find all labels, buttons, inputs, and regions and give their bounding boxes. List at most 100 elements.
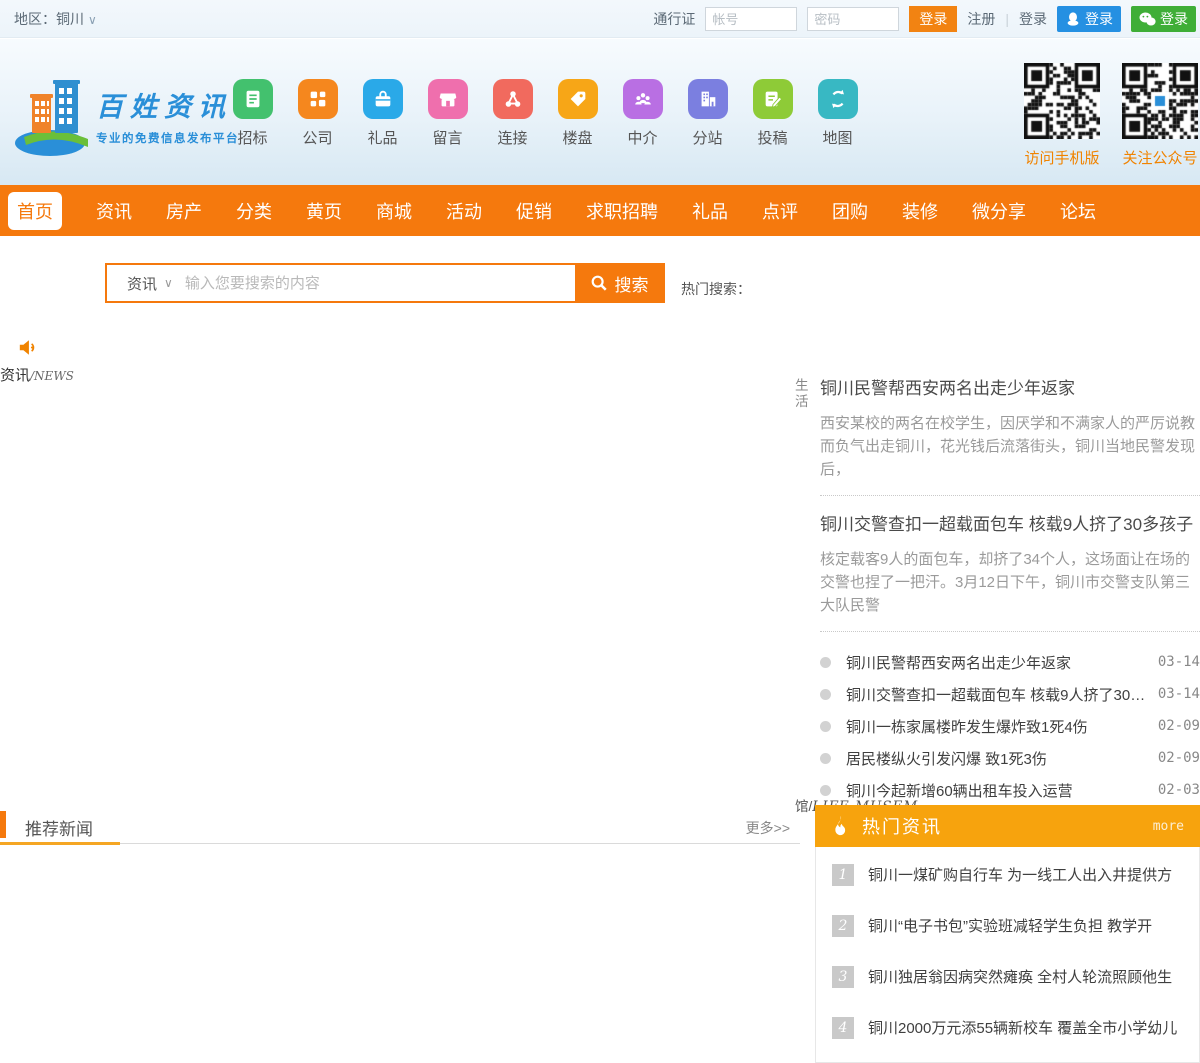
search-category-dropdown[interactable]: 资讯 ∨ (107, 265, 185, 301)
news-section-header: 资讯/NEWS (0, 338, 80, 385)
wechat-icon (1139, 12, 1156, 25)
nav-item-home[interactable]: 首页 (8, 191, 62, 230)
nav-item-zhuangxiu[interactable]: 装修 (902, 198, 938, 224)
recommended-news-section: 推荐新闻 更多>> (0, 808, 800, 845)
featured-title[interactable]: 铜川交警查扣一超载面包车 核载9人挤了30多孩子 (820, 510, 1200, 535)
login-button[interactable]: 登录 (909, 6, 958, 32)
qr-code-area: 访问手机版 关注公众号 (1024, 63, 1198, 168)
nav-item-huodong[interactable]: 活动 (446, 198, 482, 224)
chevron-down-icon: ∨ (88, 13, 97, 27)
page: 地区：铜川 ∨ 通行证 登录 注册 | 登录 登录 (0, 0, 1200, 1063)
grid-icon (297, 79, 338, 119)
nav-item-weifenxiang[interactable]: 微分享 (972, 198, 1026, 224)
news-section-title: 资讯 (0, 367, 31, 384)
quick-link-loupan[interactable]: 楼盘 (545, 79, 610, 148)
logo-text: 百姓资讯 专业的免费信息发布平台 (96, 85, 239, 146)
featured-excerpt: 核定载客9人的面包车，却挤了34个人，这场面让在场的交警也捏了一把汗。3月12日… (820, 551, 1191, 614)
rank-badge: 4 (832, 1016, 854, 1039)
recommended-title: 推荐新闻 (25, 820, 93, 839)
storefront-icon (427, 79, 468, 119)
speaker-icon (19, 340, 35, 355)
nav-item-fenlei[interactable]: 分类 (236, 198, 272, 224)
news-list-item[interactable]: 铜川交警查扣一超载面包车 核载9人挤了30多孩子 03-14 (820, 678, 1200, 710)
nav-item-lipin[interactable]: 礼品 (692, 198, 728, 224)
bag-icon (362, 79, 403, 119)
hot-news-panel: 热门资讯 more 1 铜川一煤矿购自行车 为一线工人出入井提供方 2 铜川“电… (815, 805, 1200, 1063)
qr-mobile-image (1024, 63, 1100, 139)
search-area: 资讯 ∨ 搜索 热门搜索： (105, 263, 751, 303)
quick-link-zhongjie[interactable]: 中介 (610, 79, 675, 148)
quick-link-fenzhan[interactable]: 分站 (675, 79, 740, 148)
featured-title[interactable]: 铜川民警帮西安两名出走少年返家 (820, 374, 1200, 399)
main-nav: 首页 资讯 房产 分类 黄页 商城 活动 促销 求职招聘 礼品 点评 团购 装修… (0, 185, 1200, 236)
hot-news-item[interactable]: 4 铜川2000万元添55辆新校车 覆盖全市小学幼儿 (816, 1002, 1199, 1053)
quick-link-tougao[interactable]: 投稿 (740, 79, 805, 148)
qr-wechat-image (1122, 63, 1198, 139)
qr-wechat-label: 关注公众号 (1122, 150, 1198, 167)
rank-badge: 2 (832, 914, 854, 937)
wechat-login-label: 登录 (1160, 11, 1188, 27)
site-logo[interactable]: 百姓资讯 专业的免费信息发布平台 (14, 67, 239, 159)
nav-item-shangcheng[interactable]: 商城 (376, 198, 412, 224)
rank-badge: 3 (832, 965, 854, 988)
logo-title: 百姓资讯 (96, 92, 232, 122)
news-list: 铜川民警帮西安两名出走少年返家 03-14 铜川交警查扣一超载面包车 核载9人挤… (820, 646, 1200, 806)
featured-news-2[interactable]: 铜川交警查扣一超载面包车 核载9人挤了30多孩子 核定载客9人的面包车，却挤了3… (820, 510, 1200, 617)
nav-item-zixun[interactable]: 资讯 (96, 198, 132, 224)
search-button[interactable]: 搜索 (575, 265, 663, 301)
quick-links: 招标 公司 礼品 留言 连接 楼盘 中介 分站 投稿 地图 (220, 79, 870, 148)
qr-wechat: 关注公众号 (1122, 63, 1198, 168)
login-link[interactable]: 登录 (1019, 9, 1047, 29)
flame-icon (835, 815, 846, 836)
bullet-icon (820, 720, 831, 732)
news-list-item[interactable]: 铜川民警帮西安两名出走少年返家 03-14 (820, 646, 1200, 678)
region-selector[interactable]: 地区：铜川 ∨ (14, 0, 97, 39)
qq-login-label: 登录 (1085, 11, 1113, 27)
topbar-account-area: 通行证 登录 注册 | 登录 登录 登录 (653, 0, 1196, 38)
hot-news-item[interactable]: 1 铜川一煤矿购自行车 为一线工人出入井提供方 (816, 849, 1199, 900)
hot-search-label: 热门搜索： (681, 281, 751, 297)
document-icon (232, 79, 273, 119)
quick-link-lianjie[interactable]: 连接 (480, 79, 545, 148)
hot-news-more-link[interactable]: more (1153, 819, 1184, 834)
quick-link-lipin[interactable]: 礼品 (350, 79, 415, 148)
nav-item-luntan[interactable]: 论坛 (1060, 198, 1096, 224)
quick-link-gongsi[interactable]: 公司 (285, 79, 350, 148)
hot-news-header: 热门资讯 more (815, 805, 1200, 847)
account-input[interactable] (705, 7, 798, 31)
nav-item-qiuzhi[interactable]: 求职招聘 (586, 198, 658, 224)
search-box: 资讯 ∨ 搜索 (105, 263, 665, 303)
life-side-label: 生活 (795, 378, 809, 409)
nav-item-tuangou[interactable]: 团购 (832, 198, 868, 224)
qr-mobile-label: 访问手机版 (1024, 150, 1100, 167)
hot-news-item[interactable]: 5 (816, 1053, 1199, 1062)
password-input[interactable] (807, 7, 900, 31)
compose-icon (752, 79, 793, 119)
nav-item-fangchan[interactable]: 房产 (166, 198, 202, 224)
qq-login-button[interactable]: 登录 (1057, 6, 1121, 32)
search-input[interactable] (184, 265, 575, 301)
quick-link-zhaobiao[interactable]: 招标 (220, 79, 285, 148)
bullet-icon (820, 784, 831, 796)
recommended-more-link[interactable]: 更多>> (746, 818, 790, 838)
nav-item-cuxiao[interactable]: 促销 (516, 198, 552, 224)
register-link[interactable]: 注册 (967, 9, 995, 29)
featured-news-1[interactable]: 铜川民警帮西安两名出走少年返家 西安某校的两名在校学生，因厌学和不满家人的严厉说… (820, 374, 1200, 481)
share-nodes-icon (492, 79, 533, 119)
dotted-divider (820, 631, 1200, 632)
bullet-icon (820, 752, 831, 764)
news-section-title-en: /NEWS (30, 369, 74, 383)
search-icon (591, 275, 607, 291)
news-list-item[interactable]: 居民楼纵火引发闪爆 致1死3伤 02-09 (820, 742, 1200, 774)
hot-news-item[interactable]: 3 铜川独居翁因病突然瘫痪 全村人轮流照顾他生 (816, 951, 1199, 1002)
wechat-login-button[interactable]: 登录 (1131, 6, 1196, 32)
logo-subtitle: 专业的免费信息发布平台 (96, 133, 239, 145)
quick-link-ditu[interactable]: 地图 (805, 79, 870, 148)
nav-item-dianping[interactable]: 点评 (762, 198, 798, 224)
hot-news-item[interactable]: 2 铜川“电子书包”实验班减轻学生负担 教学开 (816, 900, 1199, 951)
quick-link-liuyan[interactable]: 留言 (415, 79, 480, 148)
region-label: 地区：铜川 (14, 11, 84, 27)
nav-item-huangye[interactable]: 黄页 (306, 198, 342, 224)
buildings-icon (687, 79, 728, 119)
news-list-item[interactable]: 铜川一栋家属楼昨发生爆炸致1死4伤 02-09 (820, 710, 1200, 742)
